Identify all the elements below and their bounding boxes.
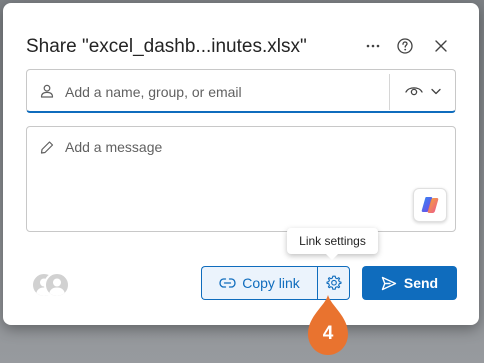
more-options-button[interactable] bbox=[360, 33, 386, 59]
recipient-field[interactable] bbox=[26, 69, 456, 113]
chevron-down-icon bbox=[431, 88, 441, 94]
link-icon bbox=[219, 278, 236, 288]
help-circle-icon bbox=[397, 38, 413, 54]
help-button[interactable] bbox=[392, 33, 418, 59]
close-button[interactable] bbox=[428, 33, 454, 59]
message-field[interactable] bbox=[26, 126, 456, 232]
send-icon bbox=[381, 276, 397, 290]
recipient-input[interactable] bbox=[63, 78, 387, 106]
permission-dropdown[interactable] bbox=[395, 76, 451, 106]
copy-link-label: Copy link bbox=[242, 275, 300, 291]
close-icon bbox=[435, 40, 447, 52]
person-icon bbox=[40, 84, 54, 103]
copilot-button[interactable] bbox=[413, 188, 447, 222]
eye-icon bbox=[405, 87, 423, 96]
shared-with-avatars[interactable] bbox=[31, 272, 71, 298]
send-label: Send bbox=[403, 275, 439, 291]
link-settings-tooltip: Link settings bbox=[287, 228, 378, 260]
send-button[interactable]: Send bbox=[362, 266, 457, 300]
more-horizontal-icon bbox=[366, 44, 380, 48]
copilot-icon bbox=[421, 197, 439, 213]
message-input[interactable] bbox=[63, 137, 427, 201]
avatar bbox=[44, 272, 70, 298]
share-dialog: Share "excel_dashb...inutes.xlsx" Add a … bbox=[3, 3, 479, 325]
field-divider bbox=[389, 74, 390, 110]
step-number: 4 bbox=[322, 323, 334, 344]
dialog-title: Share "excel_dashb...inutes.xlsx" bbox=[26, 36, 307, 57]
copy-link-button[interactable]: Copy link bbox=[201, 266, 317, 300]
pencil-icon bbox=[40, 140, 55, 159]
gear-icon bbox=[325, 275, 342, 290]
